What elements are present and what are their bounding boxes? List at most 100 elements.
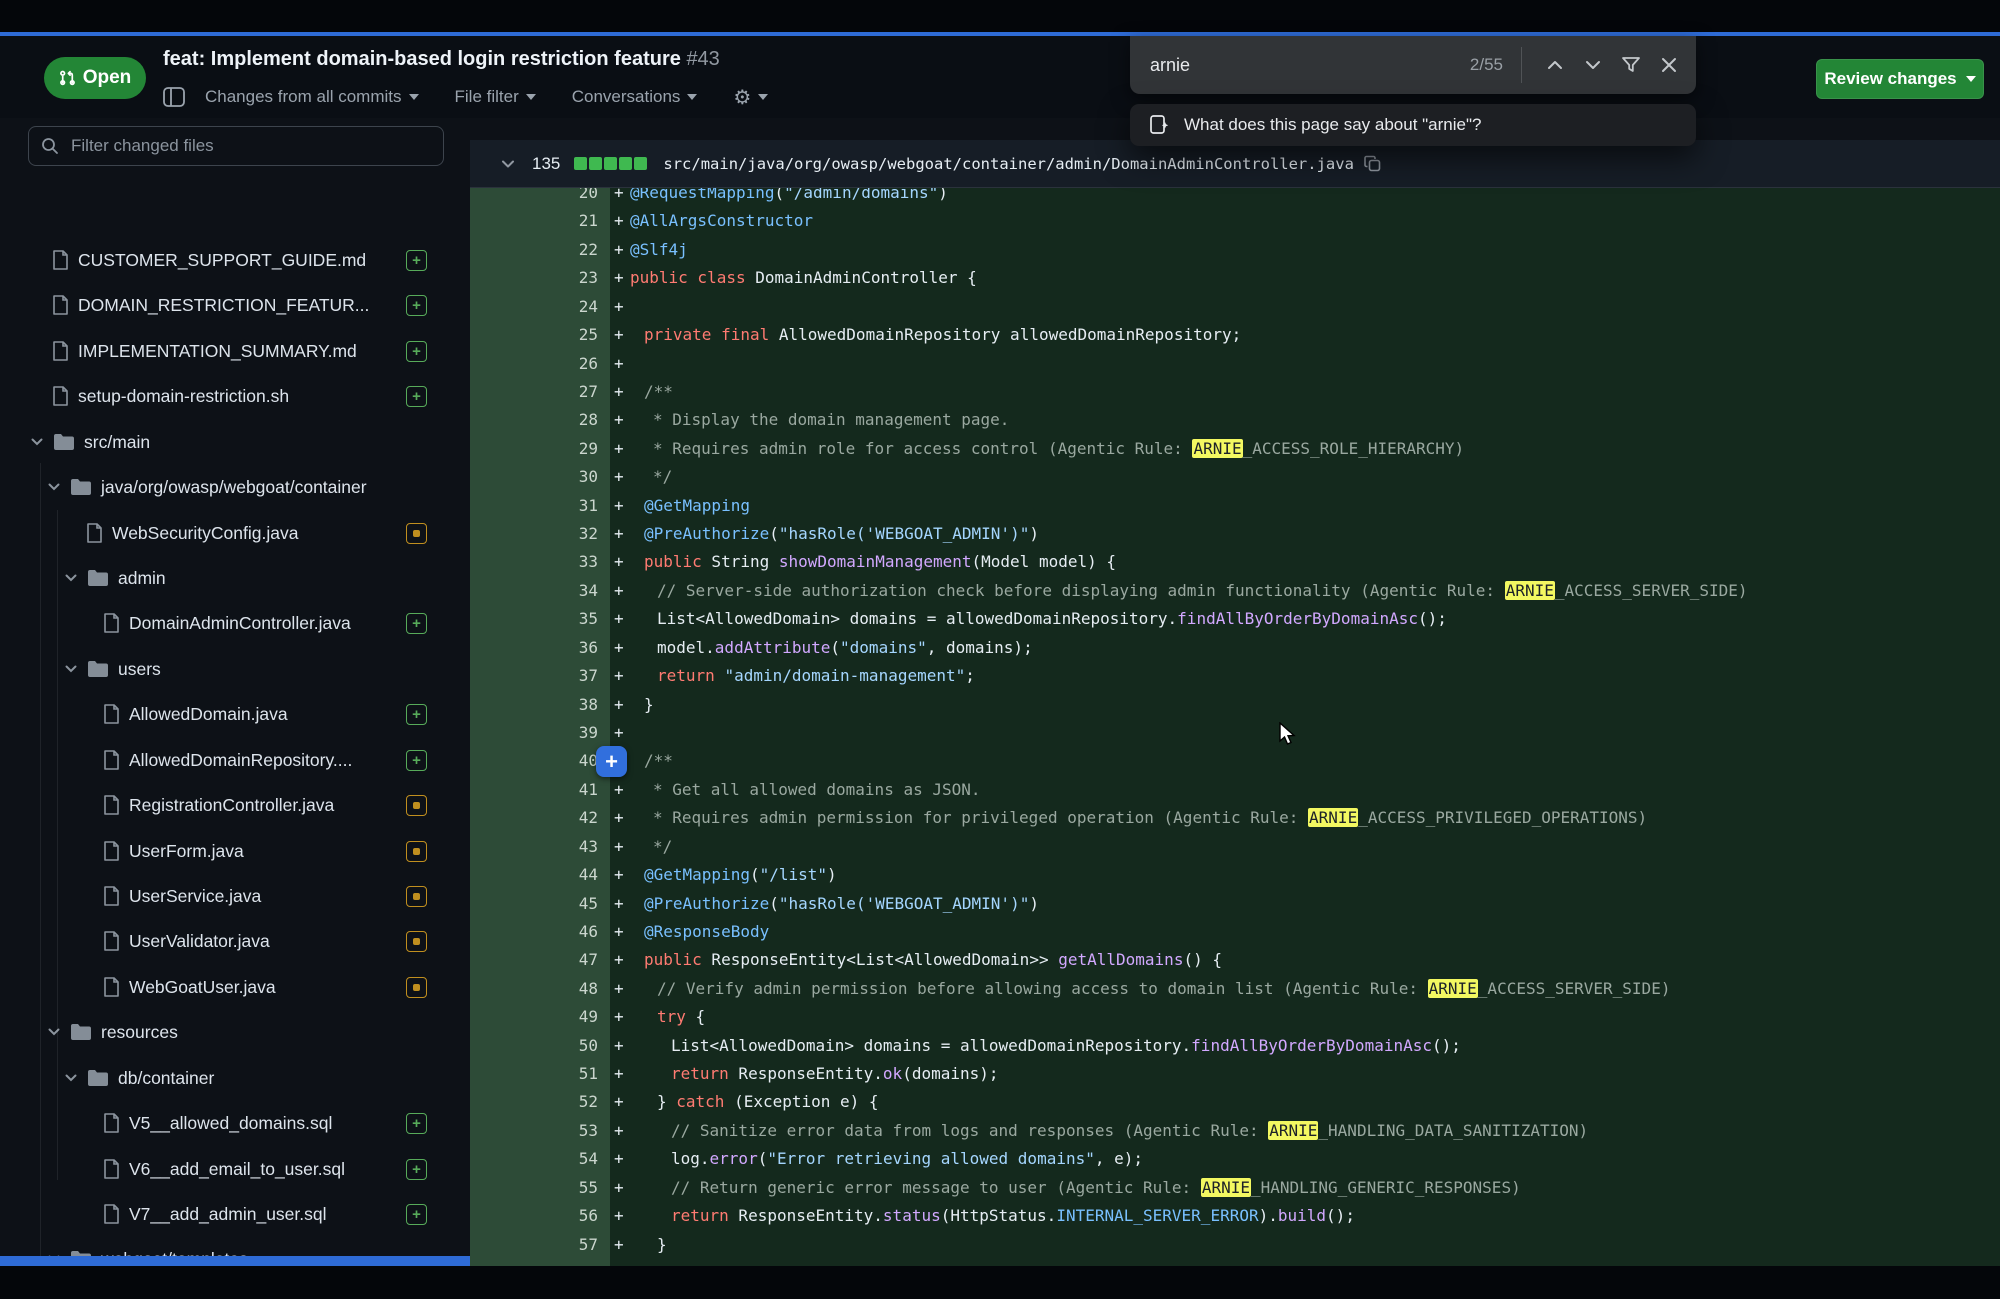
tree-file-v5-allowed-domains-sql[interactable]: V5__allowed_domains.sql+ — [0, 1100, 470, 1146]
tree-folder-admin[interactable]: admin — [0, 555, 470, 601]
tree-folder-java-org-owasp-webgoat-container[interactable]: java/org/owasp/webgoat/container — [0, 464, 470, 510]
line-number[interactable]: 56 — [470, 1201, 598, 1230]
addition-marker: + — [614, 974, 624, 1003]
line-number[interactable]: 28 — [470, 405, 598, 434]
line-number[interactable]: 33 — [470, 547, 598, 576]
line-number[interactable]: 46 — [470, 917, 598, 946]
line-number[interactable]: 47 — [470, 945, 598, 974]
file-icon — [103, 795, 120, 815]
add-line-comment-button[interactable]: + — [596, 746, 627, 777]
tree-file-implementation-summary-md[interactable]: IMPLEMENTATION_SUMMARY.md+ — [0, 328, 470, 374]
tree-file-alloweddomainrepository-[interactable]: AllowedDomainRepository....+ — [0, 737, 470, 783]
tree-file-domainadmincontroller-java[interactable]: DomainAdminController.java+ — [0, 600, 470, 646]
tree-file-customer-support-guide-md[interactable]: CUSTOMER_SUPPORT_GUIDE.md+ — [0, 237, 470, 283]
file-icon — [103, 613, 120, 633]
line-number[interactable]: 44 — [470, 860, 598, 889]
find-next-button[interactable] — [1574, 46, 1612, 84]
tree-file-domain-restriction-featur-[interactable]: DOMAIN_RESTRICTION_FEATUR...+ — [0, 282, 470, 328]
tree-folder-db-container[interactable]: db/container — [0, 1055, 470, 1101]
tree-file-alloweddomain-java[interactable]: AllowedDomain.java+ — [0, 691, 470, 737]
tree-file-websecurityconfig-java[interactable]: WebSecurityConfig.java — [0, 510, 470, 556]
chevron-down-icon — [64, 1071, 78, 1085]
commit-range-selector[interactable]: Changes from all commits — [205, 87, 419, 107]
line-number[interactable]: 29 — [470, 434, 598, 463]
tree-folder-users[interactable]: users — [0, 646, 470, 692]
folder-icon — [70, 478, 92, 496]
line-number[interactable]: 50 — [470, 1031, 598, 1060]
tree-item-label: V5__allowed_domains.sql — [129, 1113, 332, 1134]
line-number[interactable]: 24 — [470, 292, 598, 321]
file-icon — [103, 1204, 120, 1224]
diff-line-46: 46+@ResponseBody — [470, 917, 2000, 946]
line-number[interactable]: 25 — [470, 320, 598, 349]
search-match-highlight: ARNIE — [1428, 979, 1478, 998]
sidebar-toggle-button[interactable] — [163, 87, 185, 107]
sidebar-scrollbar[interactable] — [0, 1256, 470, 1266]
tree-folder-src-main[interactable]: src/main — [0, 419, 470, 465]
line-number[interactable]: 41 — [470, 775, 598, 804]
file-modified-icon — [406, 977, 427, 998]
folder-icon — [87, 1069, 109, 1087]
tree-file-webgoatuser-java[interactable]: WebGoatUser.java — [0, 964, 470, 1010]
chevron-down-icon — [47, 480, 61, 494]
copy-path-icon[interactable] — [1364, 155, 1381, 172]
line-number[interactable]: 34 — [470, 576, 598, 605]
line-number[interactable]: 26 — [470, 349, 598, 378]
line-number[interactable]: 22 — [470, 235, 598, 264]
line-number[interactable]: 43 — [470, 832, 598, 861]
tree-folder-resources[interactable]: resources — [0, 1009, 470, 1055]
file-path[interactable]: src/main/java/org/owasp/webgoat/containe… — [663, 155, 1354, 173]
line-number[interactable]: 53 — [470, 1116, 598, 1145]
page-question-suggestion[interactable]: What does this page say about "arnie"? — [1130, 104, 1696, 146]
line-number[interactable]: 54 — [470, 1144, 598, 1173]
line-number[interactable]: 51 — [470, 1059, 598, 1088]
addition-marker: + — [614, 263, 624, 292]
tree-file-registrationcontroller-java[interactable]: RegistrationController.java — [0, 782, 470, 828]
funnel-icon — [1620, 54, 1642, 76]
line-number[interactable]: 57 — [470, 1230, 598, 1259]
line-number[interactable]: 36 — [470, 633, 598, 662]
line-number[interactable]: 45 — [470, 889, 598, 918]
collapse-file-button[interactable] — [500, 156, 516, 172]
tree-file-uservalidator-java[interactable]: UserValidator.java — [0, 918, 470, 964]
folder-icon — [53, 433, 75, 451]
tree-file-userform-java[interactable]: UserForm.java — [0, 828, 470, 874]
line-number[interactable]: 42 — [470, 803, 598, 832]
line-number[interactable]: 39 — [470, 718, 598, 747]
line-number[interactable]: 55 — [470, 1173, 598, 1202]
line-number[interactable]: 21 — [470, 206, 598, 235]
file-icon — [103, 750, 120, 770]
find-input[interactable] — [1148, 54, 1382, 77]
code-text: // Return generic error message to user … — [671, 1173, 1521, 1202]
diff-line-26: 26+ — [470, 349, 2000, 378]
addition-marker: + — [614, 519, 624, 548]
line-number[interactable]: 38 — [470, 690, 598, 719]
tree-file-v7-add-admin-user-sql[interactable]: V7__add_admin_user.sql+ — [0, 1191, 470, 1237]
find-previous-button[interactable] — [1536, 46, 1574, 84]
line-number[interactable]: 48 — [470, 974, 598, 1003]
tree-file-v6-add-email-to-user-sql[interactable]: V6__add_email_to_user.sql+ — [0, 1146, 470, 1192]
find-filter-button[interactable] — [1612, 46, 1650, 84]
line-number[interactable]: 35 — [470, 604, 598, 633]
file-filter-selector[interactable]: File filter — [455, 87, 536, 107]
diff-settings-button[interactable]: ⚙ — [733, 85, 768, 110]
line-number[interactable]: 23 — [470, 263, 598, 292]
line-number[interactable]: 31 — [470, 491, 598, 520]
find-close-button[interactable] — [1650, 46, 1688, 84]
tree-file-userservice-java[interactable]: UserService.java — [0, 873, 470, 919]
file-filter-input[interactable] — [69, 135, 403, 157]
diff-line-39: 39+ — [470, 718, 2000, 747]
line-number[interactable]: 32 — [470, 519, 598, 548]
line-number[interactable]: 27 — [470, 377, 598, 406]
chevron-down-icon — [64, 571, 78, 585]
code-text: @GetMapping("/list") — [644, 860, 837, 889]
addition-marker: + — [614, 775, 624, 804]
conversations-selector[interactable]: Conversations — [572, 87, 698, 107]
line-number[interactable]: 30 — [470, 462, 598, 491]
line-number[interactable]: 40 — [470, 746, 598, 775]
line-number[interactable]: 37 — [470, 661, 598, 690]
line-number[interactable]: 49 — [470, 1002, 598, 1031]
line-number[interactable]: 52 — [470, 1087, 598, 1116]
tree-file-setup-domain-restriction-sh[interactable]: setup-domain-restriction.sh+ — [0, 373, 470, 419]
review-changes-button[interactable]: Review changes — [1816, 59, 1984, 99]
